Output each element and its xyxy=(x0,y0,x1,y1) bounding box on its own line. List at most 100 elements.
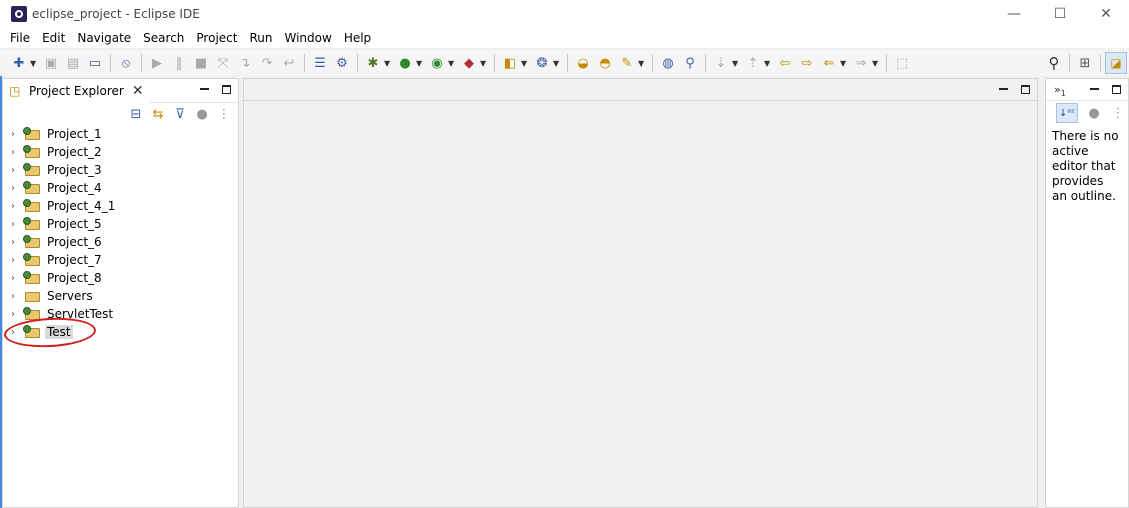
view-menu-icon[interactable]: ⋮ xyxy=(216,107,232,122)
debug-icon[interactable]: ✱ xyxy=(362,53,384,73)
menu-run[interactable]: Run xyxy=(243,31,278,45)
expand-arrow-icon[interactable]: › xyxy=(11,255,23,266)
expand-arrow-icon[interactable]: › xyxy=(11,219,23,230)
minimize-view-icon[interactable] xyxy=(997,83,1009,95)
menu-edit[interactable]: Edit xyxy=(36,31,71,45)
tree-item-project-1[interactable]: › Project_1 xyxy=(11,125,238,143)
server-dropdown-icon[interactable]: ▼ xyxy=(480,59,490,68)
back-dropdown-icon[interactable]: ▼ xyxy=(840,59,850,68)
tree-item-label: Project_7 xyxy=(47,253,102,267)
sort-icon[interactable]: ↓ᵃᶻ xyxy=(1056,103,1078,123)
expand-arrow-icon[interactable]: › xyxy=(11,291,23,302)
search-web-icon[interactable]: ⚲ xyxy=(679,53,701,73)
open-resource-icon[interactable]: ◓ xyxy=(594,53,616,73)
menu-window[interactable]: Window xyxy=(278,31,337,45)
skip-breakpoints-icon[interactable]: ⦸ xyxy=(115,53,137,73)
link-with-editor-icon[interactable]: ⇆ xyxy=(150,107,166,122)
last-edit-icon[interactable]: ⇦ xyxy=(774,53,796,73)
minimize-view-icon[interactable] xyxy=(1088,83,1100,95)
tree-item-project-4-1[interactable]: › Project_4_1 xyxy=(11,197,238,215)
expand-arrow-icon[interactable]: › xyxy=(11,309,23,320)
menu-project[interactable]: Project xyxy=(190,31,243,45)
tree-item-project-4[interactable]: › Project_4 xyxy=(11,179,238,197)
minimize-view-icon[interactable] xyxy=(198,83,210,95)
new-icon[interactable]: ✚ xyxy=(8,53,30,73)
save-icon[interactable]: ▣ xyxy=(40,53,62,73)
tree-item-project-7[interactable]: › Project_7 xyxy=(11,251,238,269)
maximize-view-icon[interactable] xyxy=(1019,83,1031,95)
disconnect-icon[interactable]: ⤧ xyxy=(212,53,234,73)
open-type-icon[interactable]: ❂ xyxy=(531,53,553,73)
next-annotation-icon[interactable]: ⇣ xyxy=(710,53,732,73)
pin-icon[interactable]: ⬚ xyxy=(891,53,913,73)
expand-arrow-icon[interactable]: › xyxy=(11,129,23,140)
tree-item-project-6[interactable]: › Project_6 xyxy=(11,233,238,251)
build-icon[interactable]: ☰ xyxy=(309,53,331,73)
resume-icon[interactable]: ▶ xyxy=(146,53,168,73)
menu-file[interactable]: File xyxy=(4,31,36,45)
menu-navigate[interactable]: Navigate xyxy=(71,31,137,45)
debug-dropdown-icon[interactable]: ▼ xyxy=(384,59,394,68)
back-icon[interactable]: ⇐ xyxy=(818,53,840,73)
tree-item-project-8[interactable]: › Project_8 xyxy=(11,269,238,287)
tree-item-servers[interactable]: › Servers xyxy=(11,287,238,305)
next-annotation-dropdown-icon[interactable]: ▼ xyxy=(732,59,742,68)
last-edit-forward-icon[interactable]: ⇨ xyxy=(796,53,818,73)
maximize-button[interactable]: ☐ xyxy=(1037,0,1083,28)
toolbar-separator xyxy=(886,54,887,72)
ant-dropdown-icon[interactable]: ▼ xyxy=(638,59,648,68)
perspective-icon[interactable]: ◪ xyxy=(1105,52,1127,74)
expand-arrow-icon[interactable]: › xyxy=(11,237,23,248)
run-ant-icon[interactable]: ✎ xyxy=(616,53,638,73)
new-class-dropdown-icon[interactable]: ▼ xyxy=(521,59,531,68)
close-icon[interactable]: ✕ xyxy=(132,83,144,99)
collapse-all-icon[interactable]: ⊟ xyxy=(128,107,144,122)
new-server-icon[interactable]: ◆ xyxy=(458,53,480,73)
focus-icon[interactable]: ● xyxy=(1086,106,1102,121)
show-list-chevron-icon[interactable]: »1 xyxy=(1054,83,1066,98)
maximize-view-icon[interactable] xyxy=(1110,83,1122,95)
coverage-icon[interactable]: ◉ xyxy=(426,53,448,73)
close-button[interactable]: ✕ xyxy=(1083,0,1129,28)
new-dropdown-icon[interactable]: ▼ xyxy=(30,59,40,68)
run-icon[interactable]: ● xyxy=(394,53,416,73)
tree-item-project-5[interactable]: › Project_5 xyxy=(11,215,238,233)
open-type-dropdown-icon[interactable]: ▼ xyxy=(553,59,563,68)
tree-item-project-2[interactable]: › Project_2 xyxy=(11,143,238,161)
toolbar-separator xyxy=(567,54,568,72)
focus-icon[interactable]: ● xyxy=(194,107,210,122)
open-task-icon[interactable]: ◒ xyxy=(572,53,594,73)
forward-icon[interactable]: ⇒ xyxy=(850,53,872,73)
forward-dropdown-icon[interactable]: ▼ xyxy=(872,59,882,68)
terminal-icon[interactable]: ▭ xyxy=(84,53,106,73)
search-icon[interactable]: ⚲ xyxy=(1043,53,1065,73)
expand-arrow-icon[interactable]: › xyxy=(11,183,23,194)
step-return-icon[interactable]: ↩ xyxy=(278,53,300,73)
prev-annotation-icon[interactable]: ⇡ xyxy=(742,53,764,73)
filter-icon[interactable]: ⊽ xyxy=(172,107,188,122)
view-menu-icon[interactable]: ⋮ xyxy=(1110,106,1126,121)
prev-annotation-dropdown-icon[interactable]: ▼ xyxy=(764,59,774,68)
project-folder-icon xyxy=(23,253,41,267)
menu-search[interactable]: Search xyxy=(137,31,190,45)
run-dropdown-icon[interactable]: ▼ xyxy=(416,59,426,68)
terminate-icon[interactable]: ■ xyxy=(190,53,212,73)
coverage-dropdown-icon[interactable]: ▼ xyxy=(448,59,458,68)
new-class-icon[interactable]: ◧ xyxy=(499,53,521,73)
external-tools-icon[interactable]: ⚙ xyxy=(331,53,353,73)
tab-project-explorer[interactable]: ◳ Project Explorer ✕ xyxy=(3,78,150,103)
expand-arrow-icon[interactable]: › xyxy=(11,273,23,284)
step-into-icon[interactable]: ↴ xyxy=(234,53,256,73)
suspend-icon[interactable]: ‖ xyxy=(168,53,190,73)
globe-icon[interactable]: ◍ xyxy=(657,53,679,73)
maximize-view-icon[interactable] xyxy=(220,83,232,95)
open-perspective-icon[interactable]: ⊞ xyxy=(1074,53,1096,73)
save-all-icon[interactable]: ▤ xyxy=(62,53,84,73)
minimize-button[interactable]: — xyxy=(991,0,1037,28)
expand-arrow-icon[interactable]: › xyxy=(11,165,23,176)
step-over-icon[interactable]: ↷ xyxy=(256,53,278,73)
expand-arrow-icon[interactable]: › xyxy=(11,147,23,158)
expand-arrow-icon[interactable]: › xyxy=(11,201,23,212)
tree-item-project-3[interactable]: › Project_3 xyxy=(11,161,238,179)
menu-help[interactable]: Help xyxy=(338,31,377,45)
